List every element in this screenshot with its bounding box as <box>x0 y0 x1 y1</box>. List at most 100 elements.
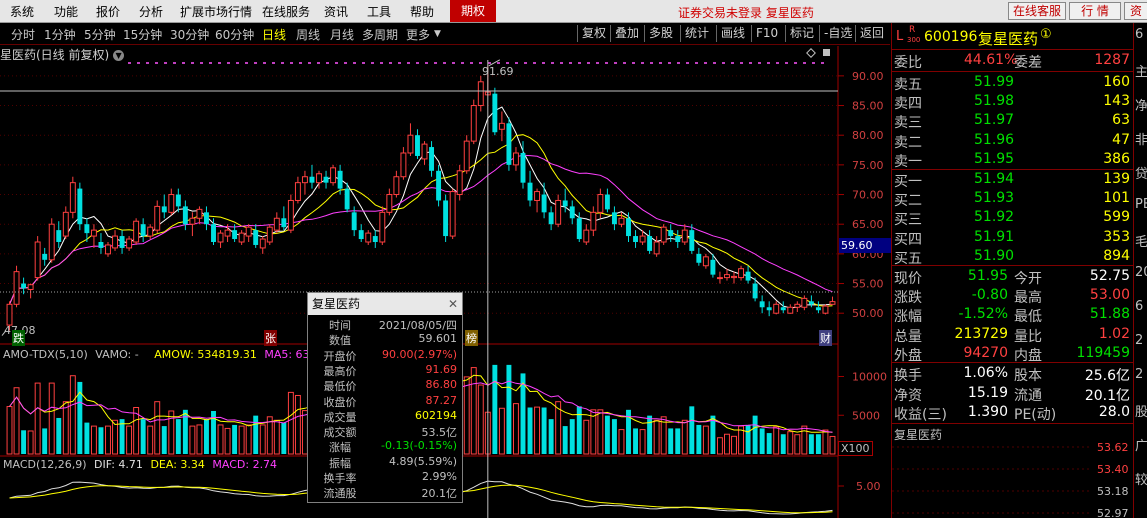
toolbar-draw-button[interactable]: 画线 <box>716 25 749 42</box>
event-dot <box>380 62 383 64</box>
popup-row-label: 数值 <box>329 334 351 348</box>
event-dot <box>254 62 257 64</box>
popup-header[interactable]: 复星医药 ✕ <box>308 293 462 315</box>
candle-body <box>393 176 400 196</box>
period-tab-more[interactable]: 更多 <box>406 26 430 43</box>
popup-row: 开盘价 90.00(2.97%) <box>308 348 460 363</box>
period-tab-15min[interactable]: 15分钟 <box>123 26 162 43</box>
popup-row-value: -0.13(-0.15%) <box>381 439 457 453</box>
menu-item-quote[interactable]: 报价 <box>96 3 120 20</box>
period-tab-5min[interactable]: 5分钟 <box>84 26 116 43</box>
chart-title-dropdown-icon[interactable]: ▼ <box>113 50 125 61</box>
sell-row[interactable]: 卖三 51.97 63 <box>892 111 1134 131</box>
mini-timeshare-chart[interactable]: 53.62 53.40 53.18 52.97 <box>892 443 1134 518</box>
menu-item-news[interactable]: 资讯 <box>324 3 348 20</box>
sell-row[interactable]: 卖五 51.99 160 <box>892 73 1134 93</box>
bar-info-popup[interactable]: 复星医药 ✕ 时间 2021/08/05/四 数值 59.601 开盘价 90.00(2.… <box>307 292 463 503</box>
candle-body <box>626 218 631 237</box>
candle-body <box>217 232 224 243</box>
stat-value: 51.88 <box>1089 306 1130 323</box>
candle-body <box>794 303 801 308</box>
candle-body <box>316 173 322 184</box>
period-tab-1min[interactable]: 1分钟 <box>44 26 76 43</box>
fundamental-value: 1.390 <box>967 404 1008 420</box>
volume-bar <box>84 422 90 454</box>
buy-row[interactable]: 买五 51.90 894 <box>892 247 1134 267</box>
event-dot <box>605 62 608 64</box>
online-service-button[interactable]: 在线客服 <box>1008 2 1066 20</box>
candle-body <box>492 93 498 133</box>
buy-price: 51.94 <box>974 171 1015 187</box>
toolbar-overlay-button[interactable]: 叠加 <box>610 25 643 42</box>
menu-item-analysis[interactable]: 分析 <box>139 3 163 20</box>
more-dropdown-icon[interactable]: ▼ <box>434 29 441 39</box>
buy-row[interactable]: 买一 51.94 139 <box>892 170 1134 190</box>
candle-body <box>429 147 435 171</box>
toolbar-f10-button[interactable]: F10 <box>751 25 782 42</box>
toolbar-watchlist-button[interactable]: -自选 <box>819 25 856 42</box>
toolbar-mark-button[interactable]: 标记 <box>785 25 818 42</box>
toolbar-multistock-button[interactable]: 多股 <box>644 25 677 42</box>
macd-indicator-name[interactable]: MACD(12,26,9) <box>3 458 87 471</box>
event-dot <box>740 62 743 64</box>
buy-row[interactable]: 买二 51.93 101 <box>892 189 1134 210</box>
menu-item-help[interactable]: 帮助 <box>410 3 434 20</box>
event-dot <box>713 62 716 64</box>
buy-row[interactable]: 买四 51.91 353 <box>892 228 1134 248</box>
popup-row: 收盘价 87.27 <box>308 394 460 409</box>
period-tab-multi[interactable]: 多周期 <box>362 26 398 43</box>
volume-bar <box>105 425 111 455</box>
period-tab-monthly[interactable]: 月线 <box>330 26 354 43</box>
info-icon[interactable]: ① <box>1040 27 1052 42</box>
info-button[interactable]: 资 <box>1124 2 1147 20</box>
toolbar-fuquan-button[interactable]: 复权 <box>577 25 610 42</box>
menu-item-function[interactable]: 功能 <box>54 3 78 20</box>
candle-body <box>154 205 161 231</box>
marker-cai[interactable]: 财 <box>819 330 832 346</box>
sell-row[interactable]: 卖一 51.95 386 <box>892 150 1134 170</box>
period-tab-daily[interactable]: 日线 <box>262 26 286 43</box>
candle-body <box>815 307 821 311</box>
close-icon[interactable]: ✕ <box>448 293 458 315</box>
toolbar-stats-button[interactable]: 统计 <box>680 25 713 42</box>
event-dot <box>236 62 239 64</box>
menu-item-options[interactable]: 期权 <box>450 0 496 22</box>
buy-level-label: 买二 <box>894 193 922 210</box>
fundamental-value: 15.19 <box>967 384 1008 401</box>
menu-item-online-service[interactable]: 在线服务 <box>262 3 310 20</box>
period-tab-30min[interactable]: 30分钟 <box>170 26 209 43</box>
period-tab-60min[interactable]: 60分钟 <box>215 26 254 43</box>
sell-row[interactable]: 卖二 51.96 47 <box>892 131 1134 151</box>
volume-bar <box>597 409 604 455</box>
period-tab-weekly[interactable]: 周线 <box>296 26 320 43</box>
sell-volume: 63 <box>1112 112 1130 129</box>
marker-bang[interactable]: 榜 <box>465 330 478 346</box>
toolbar-back-button[interactable]: 返回 <box>855 25 888 42</box>
event-dot <box>200 62 203 64</box>
square-icon <box>823 49 830 56</box>
high-price-label: 91.69 <box>482 65 514 78</box>
volume-indicator-name[interactable]: AMO-TDX(5,10) <box>3 348 88 361</box>
fundamental-label: PE(动) <box>1014 407 1057 423</box>
buy-row[interactable]: 买三 51.92 599 <box>892 208 1134 228</box>
period-tab-timeshare[interactable]: 分时 <box>11 26 35 43</box>
trade-notice[interactable]: 证券交易未登录 复星医药 <box>678 4 814 21</box>
candle-body <box>443 200 449 237</box>
volume-bar <box>675 428 681 454</box>
event-dot <box>173 62 176 64</box>
menu-item-system[interactable]: 系统 <box>10 3 34 20</box>
event-dot <box>128 62 131 64</box>
candle-body <box>189 217 196 225</box>
marker-die[interactable]: 跌 <box>12 330 25 346</box>
menu-item-tools[interactable]: 工具 <box>367 3 391 20</box>
candle-body <box>386 194 393 213</box>
volume-bar <box>224 427 231 455</box>
menu-item-ext-market[interactable]: 扩展市场行情 <box>180 3 252 20</box>
event-dot <box>578 62 581 64</box>
price-tick-label: 70.00 <box>852 189 884 202</box>
sell-row[interactable]: 卖四 51.98 143 <box>892 92 1134 112</box>
quote-button[interactable]: 行 情 <box>1069 2 1121 20</box>
stat-row: 现价 51.95 今开 52.75 <box>892 267 1134 287</box>
volume-bar <box>576 406 582 454</box>
marker-zhang[interactable]: 张 <box>264 330 277 346</box>
